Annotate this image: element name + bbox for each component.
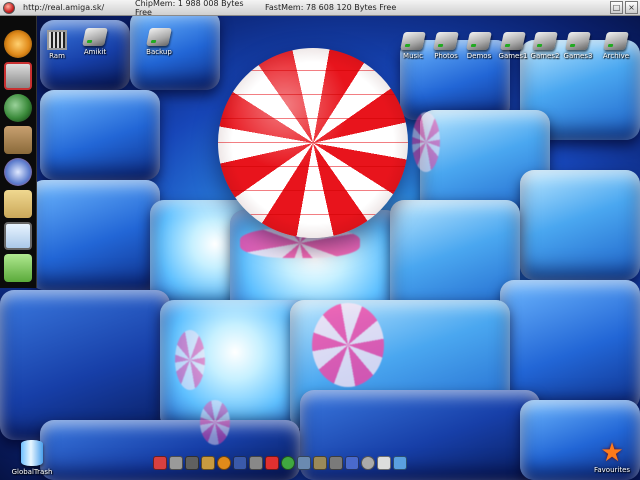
- settings-icon[interactable]: [361, 456, 375, 470]
- desktop-icon-ram[interactable]: Ram: [37, 30, 77, 60]
- icon-label: Games1: [498, 52, 528, 60]
- face-icon[interactable]: [4, 190, 32, 218]
- chipmem-text: ChipMem: 1 988 008 Bytes Free: [135, 0, 244, 17]
- ball-reflection: [312, 303, 384, 387]
- dollar-icon[interactable]: [281, 456, 295, 470]
- toolbox-icon[interactable]: [169, 456, 183, 470]
- ball-reflection: [175, 330, 205, 390]
- power-icon[interactable]: [217, 456, 231, 470]
- icon-label: Backup: [146, 48, 172, 56]
- ram-chip-icon: [47, 30, 67, 50]
- boing-ball: [218, 48, 408, 238]
- invader-icon[interactable]: [265, 456, 279, 470]
- screen-title-bar[interactable]: http://real.amiga.sk/ ChipMem: 1 988 008…: [0, 0, 640, 17]
- monitor-icon[interactable]: [233, 456, 247, 470]
- close-button[interactable]: ×: [625, 1, 638, 14]
- globe-icon[interactable]: [4, 94, 32, 122]
- icon-label: Archive: [602, 52, 630, 60]
- icon-label: Favourites: [593, 466, 631, 474]
- lightning-icon[interactable]: [4, 254, 32, 282]
- desktop-icon-favourites[interactable]: ★ Favourites: [590, 440, 634, 474]
- ball-reflection: [412, 112, 440, 172]
- disk-icon[interactable]: [201, 456, 215, 470]
- icon-label: Ram: [49, 52, 65, 60]
- desktop-icon-archive[interactable]: Archive: [596, 32, 636, 60]
- drive-icon: [532, 32, 558, 50]
- drive-icon: [146, 28, 172, 46]
- drive-icon: [603, 32, 629, 50]
- notepad-icon[interactable]: [377, 456, 391, 470]
- bottom-dock: [153, 456, 407, 470]
- search-icon[interactable]: [393, 456, 407, 470]
- movie-icon[interactable]: [153, 456, 167, 470]
- wallpaper-cube: [40, 90, 160, 180]
- chart-icon[interactable]: [329, 456, 343, 470]
- drive-icon: [433, 32, 459, 50]
- wallpaper-cube: [0, 290, 170, 440]
- system-menu-icon[interactable]: [3, 1, 15, 14]
- prefs-icon[interactable]: [249, 456, 263, 470]
- shell-icon[interactable]: [185, 456, 199, 470]
- drive-icon: [565, 32, 591, 50]
- fastmem-text: FastMem: 78 608 120 Bytes Free: [265, 3, 397, 12]
- left-dock: [0, 16, 37, 288]
- url-text: http://real.amiga.sk/: [23, 3, 105, 12]
- icon-label: Games3: [563, 52, 593, 60]
- window-manager-icon[interactable]: [4, 62, 32, 90]
- desktop-icon-globaltrash[interactable]: GlobalTrash: [10, 440, 54, 476]
- desktop-icon-backup[interactable]: Backup: [139, 28, 179, 56]
- desktop-background: http://real.amiga.sk/ ChipMem: 1 988 008…: [0, 0, 640, 480]
- user-icon[interactable]: [4, 126, 32, 154]
- icon-label: Demos: [466, 52, 492, 60]
- gear-arrow-icon[interactable]: [4, 158, 32, 186]
- desktop-icon-amikit[interactable]: Amikit: [75, 28, 115, 56]
- depth-button[interactable]: □: [610, 1, 623, 14]
- desktop-icon-games3[interactable]: Games3: [558, 32, 598, 60]
- star-icon: ★: [600, 438, 624, 468]
- drive-icon: [400, 32, 426, 50]
- network-icon[interactable]: [297, 456, 311, 470]
- wallpaper-cube: [30, 180, 160, 290]
- icon-label: Amikit: [83, 48, 107, 56]
- wallpaper-cube: [40, 420, 300, 480]
- ball-reflection: [200, 400, 230, 445]
- drive-icon: [82, 28, 108, 46]
- wallpaper-cube: [520, 170, 640, 280]
- magnifier-icon[interactable]: [4, 222, 32, 250]
- icon-label: Games2: [530, 52, 560, 60]
- drive-icon: [466, 32, 492, 50]
- drive-icon: [500, 32, 526, 50]
- icon-label: Music: [403, 52, 423, 60]
- icon-label: GlobalTrash: [11, 468, 53, 476]
- power-icon[interactable]: [4, 30, 32, 58]
- tools-icon[interactable]: [313, 456, 327, 470]
- icon-label: Photos: [434, 52, 458, 60]
- screen-icon[interactable]: [345, 456, 359, 470]
- trash-can-icon: [21, 440, 43, 466]
